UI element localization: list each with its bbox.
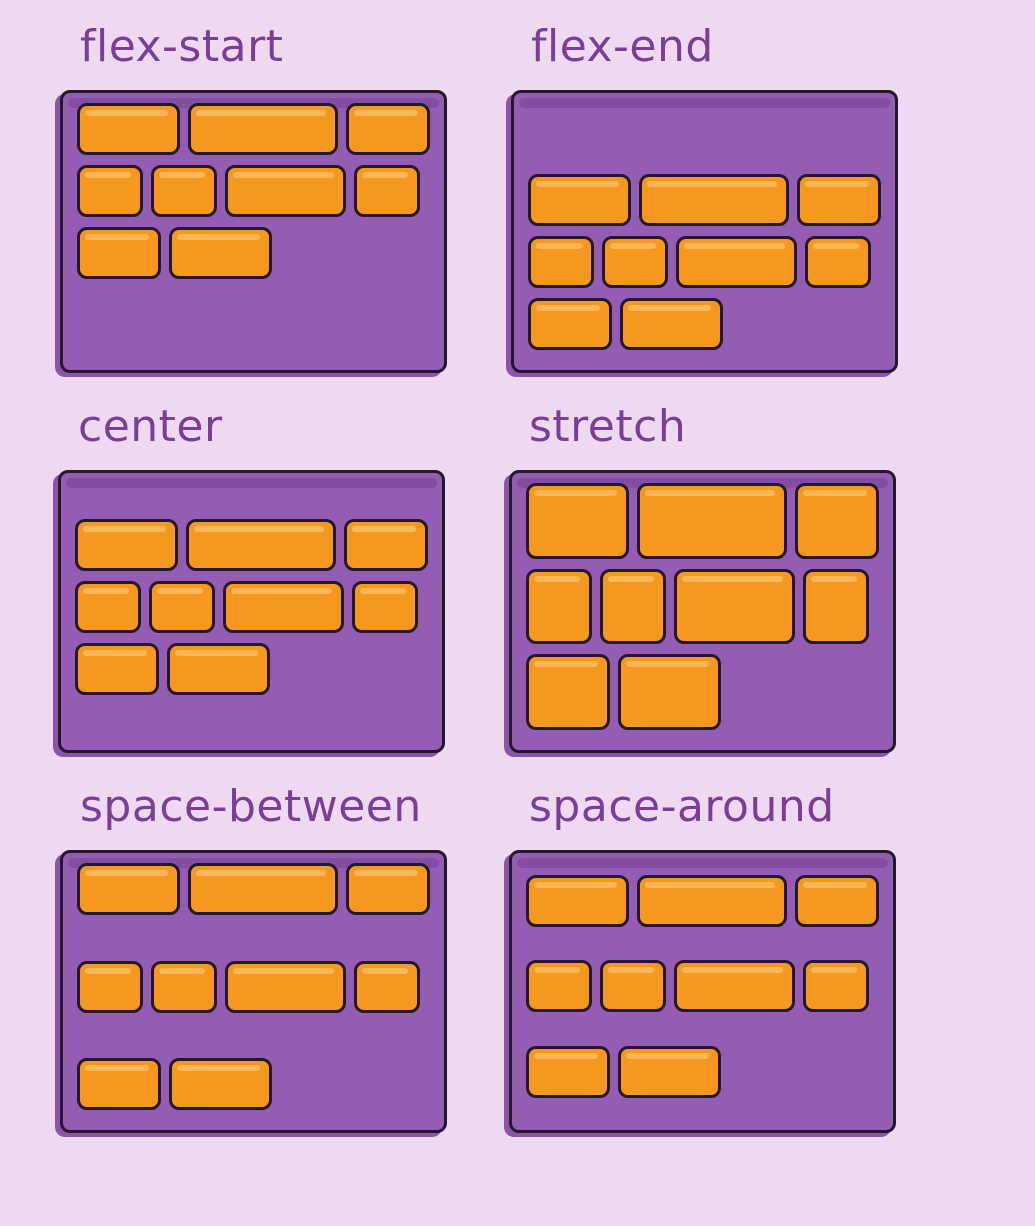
flex-item [803,568,869,645]
flex-container [509,470,896,753]
flex-item [188,863,338,915]
flex-item [346,863,430,915]
flex-item [600,568,666,645]
flex-item [637,874,787,927]
flex-item [674,960,795,1013]
flex-item [75,580,141,633]
flex-item [803,960,869,1013]
panel-title: stretch [529,401,687,452]
flex-item [526,874,629,927]
flex-item [526,483,629,559]
flex-item [795,874,879,927]
flex-item [77,103,180,155]
flex-item [528,236,594,288]
flex-item [188,103,338,155]
flex-item [618,1046,721,1099]
flex-item [75,642,159,695]
flex-item [354,960,420,1013]
flex-item [354,165,420,217]
flex-item [637,483,787,559]
flex-item [186,518,336,571]
flex-container [509,850,896,1133]
flex-item [75,518,178,571]
flex-item [352,580,418,633]
flex-container [60,90,447,373]
flex-item [344,518,428,571]
flex-item [797,174,881,226]
flex-item [600,960,666,1013]
flex-item [77,863,180,915]
flex-item [167,642,270,695]
flex-item [528,174,631,226]
flex-item [526,1046,610,1099]
flex-item [169,1058,272,1110]
flex-item [149,580,215,633]
flex-item [528,298,612,350]
flex-item [618,654,721,730]
flex-item [526,654,610,730]
flex-item [151,960,217,1013]
panel-title: space-around [529,781,835,832]
flex-item [674,568,795,645]
flex-container [511,90,898,373]
flex-item [805,236,871,288]
panel-title: space-between [80,781,422,832]
panel-title: center [78,401,223,452]
flex-item [795,483,879,559]
flex-item [151,165,217,217]
flex-item [526,960,592,1013]
flex-item [225,960,346,1013]
flex-item [77,165,143,217]
flex-item [223,580,344,633]
flex-item [225,165,346,217]
flex-item [526,568,592,645]
flex-item [77,1058,161,1110]
flex-item [676,236,797,288]
panel-title: flex-start [80,21,284,72]
flex-item [620,298,723,350]
flex-container [58,470,445,753]
flex-item [77,227,161,279]
flex-container [60,850,447,1133]
flex-item [169,227,272,279]
flex-item [639,174,789,226]
flex-item [602,236,668,288]
panel-title: flex-end [531,21,714,72]
flex-item [346,103,430,155]
flex-item [77,960,143,1013]
